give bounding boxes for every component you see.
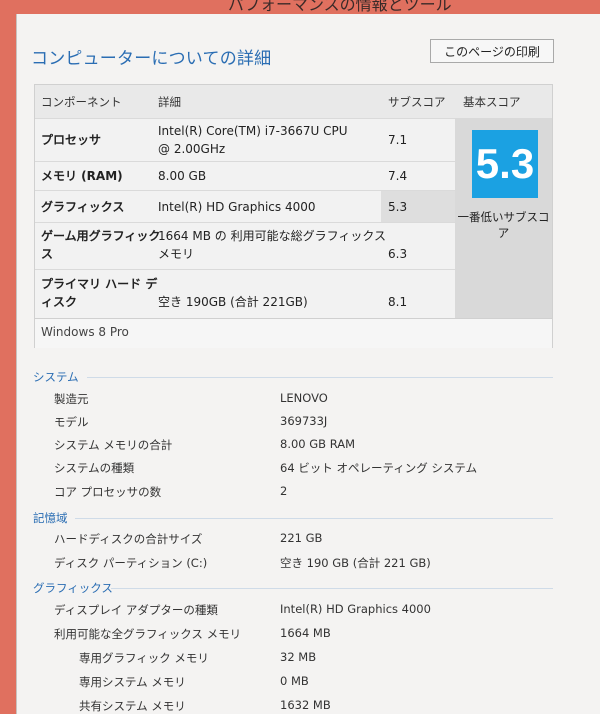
spec-label: 専用システム メモリ [79, 675, 186, 689]
component-label: ゲーム用グラフィック [41, 229, 161, 243]
spec-label: 専用グラフィック メモリ [79, 651, 209, 665]
section-title-system: システム [33, 370, 79, 384]
section-divider [87, 377, 553, 378]
spec-label: システム メモリの合計 [54, 438, 173, 452]
spec-value: LENOVO [280, 391, 328, 405]
component-detail: 空き 190GB (合計 221GB) [158, 295, 308, 309]
window-title: パフォーマンスの情報とツール [228, 0, 452, 12]
section-divider [75, 518, 553, 519]
spec-value: 8.00 GB RAM [280, 437, 356, 451]
base-score-tile: 5.3 [472, 130, 538, 198]
page-title: コンピューターについての詳細 [31, 49, 272, 69]
subscore-value: 8.1 [388, 295, 408, 309]
column-header-detail: 詳細 [158, 95, 181, 109]
column-header-base-score: 基本スコア [463, 95, 521, 109]
spec-value: Intel(R) HD Graphics 4000 [280, 602, 431, 616]
spec-label: モデル [54, 415, 89, 429]
column-header-subscore: サブスコア [388, 95, 446, 109]
details-window: コンピューターについての詳細 このページの印刷 コンポーネント 詳細 サブスコア… [16, 14, 600, 714]
component-label: ィスク [41, 295, 78, 309]
spec-value: 1664 MB [280, 626, 331, 640]
score-table: コンポーネント 詳細 サブスコア 基本スコア プロセッサ Intel(R) Co… [34, 84, 553, 348]
component-detail: 1664 MB の 利用可能な総グラフィックス [158, 229, 386, 243]
score-table-header: コンポーネント 詳細 サブスコア 基本スコア [35, 85, 552, 118]
component-detail: メモリ [158, 247, 195, 261]
spec-value: 2 [280, 484, 288, 498]
subscore-value: 6.3 [388, 247, 408, 261]
section-divider [111, 588, 553, 589]
component-label: プライマリ ハード デ [41, 277, 158, 291]
component-detail: Intel(R) Core(TM) i7-3667U CPU [158, 124, 348, 138]
os-edition-row: Windows 8 Pro [35, 318, 552, 348]
component-detail: 8.00 GB [158, 169, 207, 183]
component-label: メモリ (RAM) [41, 169, 123, 183]
spec-label: ディスプレイ アダプターの種類 [54, 603, 218, 617]
base-score-caption: 一番低いサブスコア [457, 210, 550, 240]
spec-value: 221 GB [280, 531, 323, 545]
spec-label: システムの種類 [54, 461, 135, 475]
spec-label: ハードディスクの合計サイズ [54, 532, 203, 546]
spec-value: 32 MB [280, 650, 317, 664]
spec-label: コア プロセッサの数 [54, 485, 162, 499]
os-edition: Windows 8 Pro [41, 325, 129, 339]
window-titlebar: パフォーマンスの情報とツール [0, 0, 600, 12]
spec-value: 1632 MB [280, 698, 331, 712]
spec-label: ディスク パーティション (C:) [54, 556, 208, 570]
section-title-graphics: グラフィックス [33, 581, 113, 595]
component-label: グラフィックス [41, 200, 125, 214]
spec-label: 製造元 [54, 392, 89, 406]
base-score-area: 5.3 一番低いサブスコア [455, 118, 552, 318]
subscore-value: 5.3 [388, 200, 408, 214]
component-label: プロセッサ [41, 133, 102, 147]
subscore-value: 7.1 [388, 133, 408, 147]
spec-value: 空き 190 GB (合計 221 GB) [280, 556, 431, 570]
section-title-storage: 記憶域 [33, 511, 68, 525]
component-detail: Intel(R) HD Graphics 4000 [158, 200, 316, 214]
spec-label: 共有システム メモリ [79, 699, 186, 713]
spec-value: 64 ビット オペレーティング システム [280, 461, 478, 475]
spec-label: 利用可能な全グラフィックス メモリ [54, 627, 242, 641]
spec-value: 0 MB [280, 674, 309, 688]
column-header-component: コンポーネント [41, 95, 122, 109]
print-page-button[interactable]: このページの印刷 [430, 39, 554, 63]
component-label: ス [41, 247, 54, 261]
component-detail: @ 2.00GHz [158, 142, 226, 156]
subscore-value: 7.4 [388, 169, 408, 183]
spec-value: 369733J [280, 414, 328, 428]
